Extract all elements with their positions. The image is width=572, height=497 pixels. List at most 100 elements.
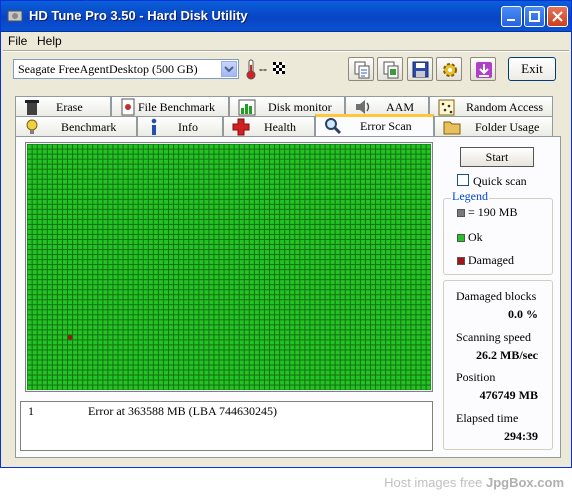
scan-block xyxy=(143,265,148,270)
scan-block xyxy=(62,265,67,270)
title-bar[interactable]: HD Tune Pro 3.50 - Hard Disk Utility xyxy=(1,1,571,32)
scan-block xyxy=(83,239,88,245)
copy-text-button[interactable] xyxy=(348,57,374,81)
scan-block xyxy=(148,265,153,270)
menu-help[interactable]: Help xyxy=(37,34,62,48)
scan-block xyxy=(123,260,128,265)
tab-benchmark[interactable]: Benchmark xyxy=(15,116,137,136)
scan-block xyxy=(174,295,179,300)
scan-block xyxy=(335,270,340,275)
scan-block xyxy=(315,260,320,265)
scan-block xyxy=(411,164,416,169)
scan-block xyxy=(169,179,174,184)
scan-block xyxy=(83,164,88,169)
scan-block xyxy=(295,290,300,295)
scan-block xyxy=(320,144,325,149)
scan-block xyxy=(158,144,163,149)
close-button[interactable] xyxy=(547,6,568,27)
scan-block xyxy=(194,350,199,355)
scan-block xyxy=(249,214,254,219)
maximize-button[interactable] xyxy=(524,6,545,27)
scan-block xyxy=(259,255,264,260)
options-button[interactable] xyxy=(436,57,462,81)
scan-block xyxy=(184,204,189,209)
scan-block xyxy=(52,214,57,219)
tab-error-scan[interactable]: Error Scan xyxy=(315,114,434,136)
start-button[interactable]: Start xyxy=(460,147,534,167)
scan-block xyxy=(153,184,158,189)
copy-image-button[interactable] xyxy=(377,57,403,81)
scan-block xyxy=(249,209,254,214)
scan-block xyxy=(27,350,32,355)
scan-block xyxy=(194,164,199,169)
scan-block xyxy=(123,360,128,365)
scan-block xyxy=(93,375,98,380)
tab-health[interactable]: Health xyxy=(223,116,315,136)
scan-block xyxy=(426,169,431,174)
scan-block xyxy=(254,355,259,360)
scan-block xyxy=(305,184,310,189)
scan-block xyxy=(350,255,355,260)
scan-block xyxy=(295,179,300,184)
scan-block xyxy=(68,295,73,300)
scan-block xyxy=(234,144,239,149)
scan-block xyxy=(199,169,204,174)
tab-random-access[interactable]: Random Access xyxy=(429,96,553,116)
scan-block xyxy=(270,159,275,164)
scan-block xyxy=(264,179,269,184)
scan-block xyxy=(169,199,174,204)
tab-aam[interactable]: AAM xyxy=(345,96,429,116)
scan-block xyxy=(360,149,365,154)
scan-block xyxy=(275,255,280,260)
tab-file-benchmark[interactable]: File Benchmark xyxy=(111,96,229,116)
scan-block xyxy=(275,380,280,385)
scan-block xyxy=(93,174,98,179)
scan-block xyxy=(254,345,259,350)
tab-info[interactable]: Info xyxy=(137,116,223,136)
tab-label: File Benchmark xyxy=(138,100,215,114)
scan-block xyxy=(270,380,275,385)
scan-block xyxy=(88,164,93,169)
scan-block xyxy=(426,290,431,295)
tab-folder-usage[interactable]: Folder Usage xyxy=(434,116,553,136)
tab-erase[interactable]: Erase xyxy=(15,96,111,116)
scan-block xyxy=(320,370,325,375)
scan-block xyxy=(32,154,37,159)
scan-block xyxy=(350,380,355,385)
scan-block xyxy=(280,335,285,340)
scan-block xyxy=(204,169,209,174)
scan-block xyxy=(47,219,52,224)
download-button[interactable] xyxy=(470,57,496,81)
scan-block xyxy=(27,340,32,345)
checkbox-box[interactable] xyxy=(457,174,469,186)
exit-button[interactable]: Exit xyxy=(508,57,556,81)
scan-block xyxy=(194,250,199,255)
scan-block xyxy=(350,305,355,310)
scan-block xyxy=(401,239,406,245)
scan-block xyxy=(325,280,330,285)
scan-block xyxy=(189,360,194,365)
error-log[interactable]: 1 Error at 363588 MB (LBA 744630245) xyxy=(20,401,433,451)
scan-block xyxy=(249,335,254,340)
minimize-button[interactable] xyxy=(501,6,522,27)
scan-block xyxy=(199,239,204,245)
scan-block xyxy=(386,199,391,204)
scan-block xyxy=(320,174,325,179)
drive-select[interactable]: Seagate FreeAgentDesktop (500 GB) xyxy=(13,59,239,79)
save-button[interactable] xyxy=(407,57,433,81)
temperature-value: -- xyxy=(259,62,267,76)
scan-block xyxy=(376,385,381,390)
scan-block xyxy=(264,229,269,234)
scan-block xyxy=(280,355,285,360)
scan-block xyxy=(320,290,325,295)
scan-block xyxy=(42,184,47,189)
scan-block xyxy=(259,330,264,335)
tab-disk-monitor[interactable]: Disk monitor xyxy=(229,96,345,116)
drive-select-arrow[interactable] xyxy=(221,61,237,77)
scan-block xyxy=(113,315,118,320)
scan-block xyxy=(68,290,73,295)
scan-block xyxy=(68,370,73,375)
menu-file[interactable]: File xyxy=(8,34,27,48)
scan-block xyxy=(345,184,350,189)
scan-block xyxy=(128,290,133,295)
